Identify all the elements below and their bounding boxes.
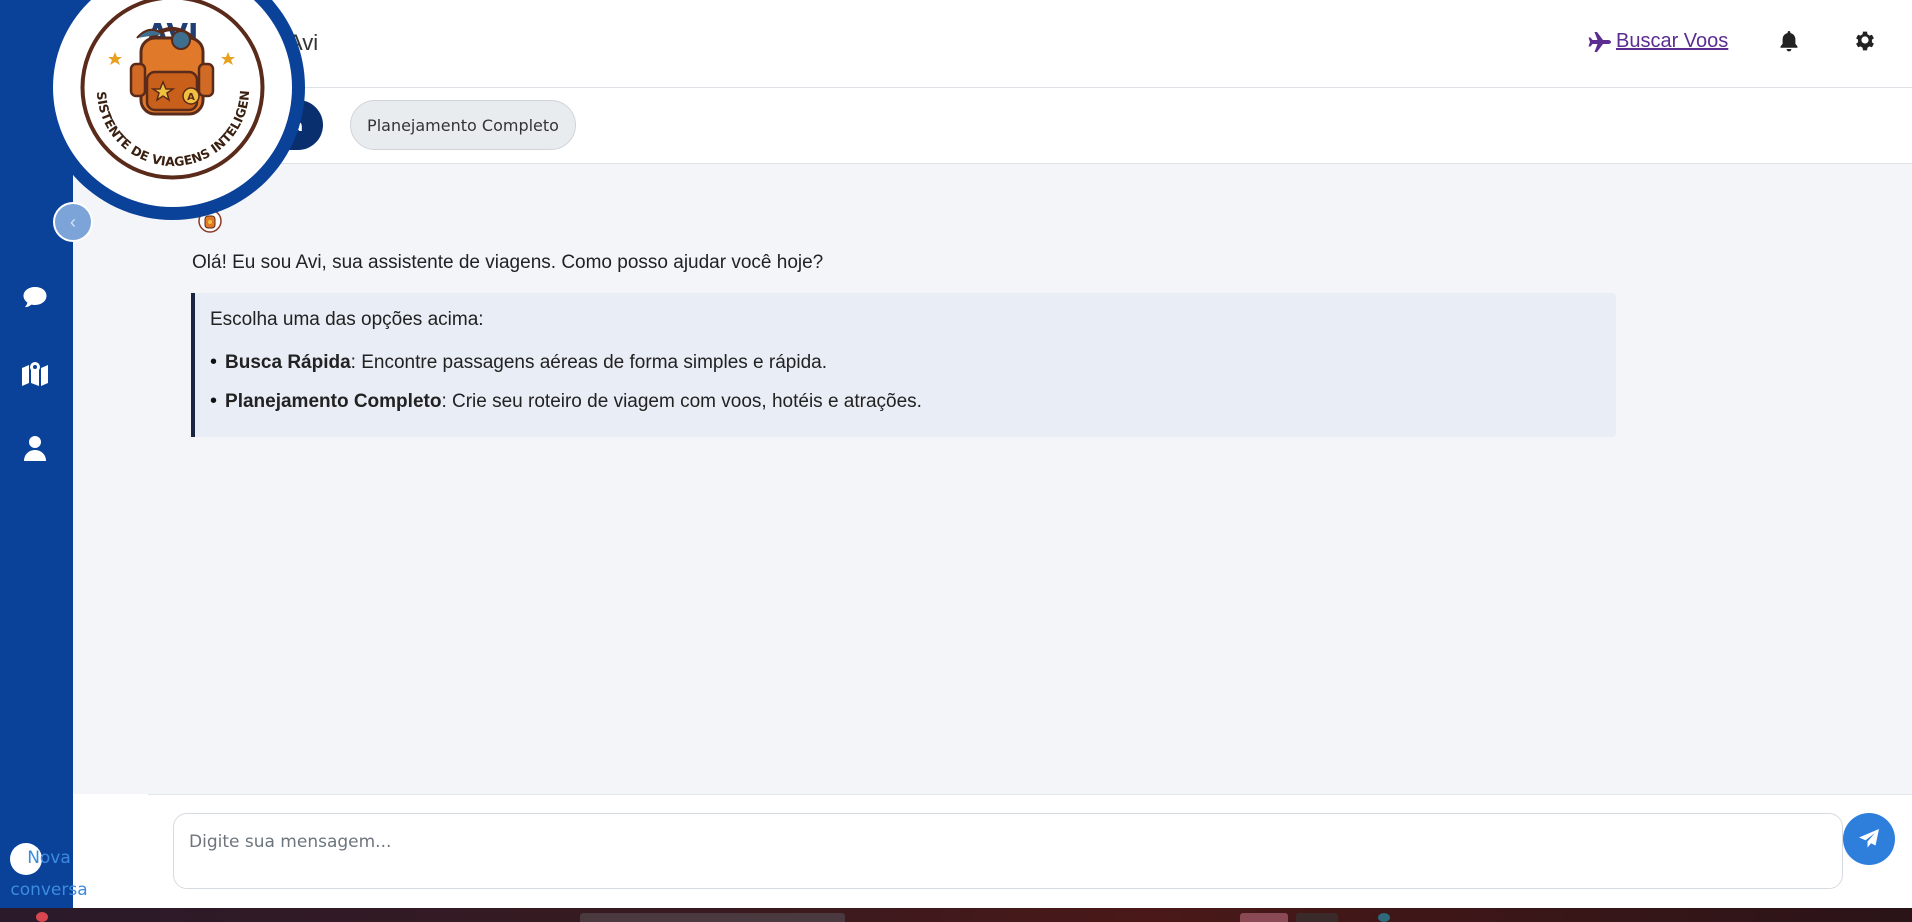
option-description: : Encontre passagens aéreas de forma sim… bbox=[350, 352, 827, 373]
chat-icon bbox=[23, 287, 47, 308]
callout-intro: Escolha uma das opções acima: bbox=[210, 309, 484, 330]
sidebar-collapse-button[interactable]: ‹ bbox=[53, 202, 93, 242]
taskbar-app-icon[interactable] bbox=[1378, 913, 1390, 922]
svg-text:A: A bbox=[187, 92, 195, 103]
plane-icon bbox=[1588, 31, 1611, 52]
list-item: Planejamento Completo: Crie seu roteiro … bbox=[210, 390, 922, 413]
message-input[interactable] bbox=[173, 813, 1843, 889]
send-button[interactable] bbox=[1843, 813, 1895, 865]
option-title: Busca Rápida bbox=[225, 352, 351, 373]
os-taskbar bbox=[0, 908, 1912, 922]
settings-button[interactable] bbox=[1854, 30, 1878, 54]
search-flights-label: Buscar Voos bbox=[1616, 30, 1729, 52]
logo-inner: ASSISTENTE DE VIAGENS INTELIGENTE AVI A bbox=[53, 0, 292, 207]
taskbar-app-icon[interactable] bbox=[36, 912, 48, 922]
message-composer bbox=[148, 794, 1912, 908]
list-item: Busca Rápida: Encontre passagens aéreas … bbox=[210, 351, 922, 374]
chevron-left-icon: ‹ bbox=[70, 211, 76, 232]
sidebar-item-profile[interactable] bbox=[20, 433, 50, 463]
user-icon bbox=[24, 436, 46, 461]
taskbar-app-icon[interactable] bbox=[1296, 913, 1338, 922]
new-chat-button[interactable]: Nova conversa bbox=[0, 840, 95, 900]
map-icon bbox=[22, 362, 48, 386]
notifications-button[interactable] bbox=[1779, 30, 1803, 54]
taskbar-window[interactable] bbox=[580, 913, 845, 922]
brand-logo: ASSISTENTE DE VIAGENS INTELIGENTE AVI A bbox=[40, 0, 305, 220]
app-root: ASSISTENTE DE VIAGENS INTELIGENTE AVI A bbox=[0, 0, 1912, 922]
mode-tabs: a Planejamento Completo bbox=[73, 88, 1912, 164]
new-chat-label: Nova conversa bbox=[10, 848, 88, 900]
bot-greeting-message: Olá! Eu sou Avi, sua assistente de viage… bbox=[192, 252, 824, 273]
options-list: Busca Rápida: Encontre passagens aéreas … bbox=[210, 351, 922, 429]
bell-icon bbox=[1780, 31, 1798, 52]
sidebar-item-map[interactable] bbox=[20, 358, 50, 388]
chat-messages: Olá! Eu sou Avi, sua assistente de viage… bbox=[73, 164, 1912, 794]
search-flights-link[interactable]: Buscar Voos bbox=[1588, 30, 1728, 53]
options-callout: Escolha uma das opções acima: Busca Rápi… bbox=[191, 293, 1616, 437]
option-title: Planejamento Completo bbox=[225, 391, 442, 412]
backpack-logo-icon: ASSISTENTE DE VIAGENS INTELIGENTE AVI A bbox=[53, 0, 265, 180]
tab-full-planning-label: Planejamento Completo bbox=[367, 115, 559, 135]
paper-plane-icon bbox=[1859, 829, 1879, 848]
sidebar-item-chat[interactable] bbox=[20, 282, 50, 312]
gear-icon bbox=[1856, 31, 1874, 51]
option-description: : Crie seu roteiro de viagem com voos, h… bbox=[441, 391, 922, 412]
taskbar-app-icon[interactable] bbox=[1240, 913, 1288, 922]
tab-full-planning[interactable]: Planejamento Completo bbox=[350, 100, 576, 150]
top-header: Avi Buscar Voos bbox=[73, 0, 1912, 88]
